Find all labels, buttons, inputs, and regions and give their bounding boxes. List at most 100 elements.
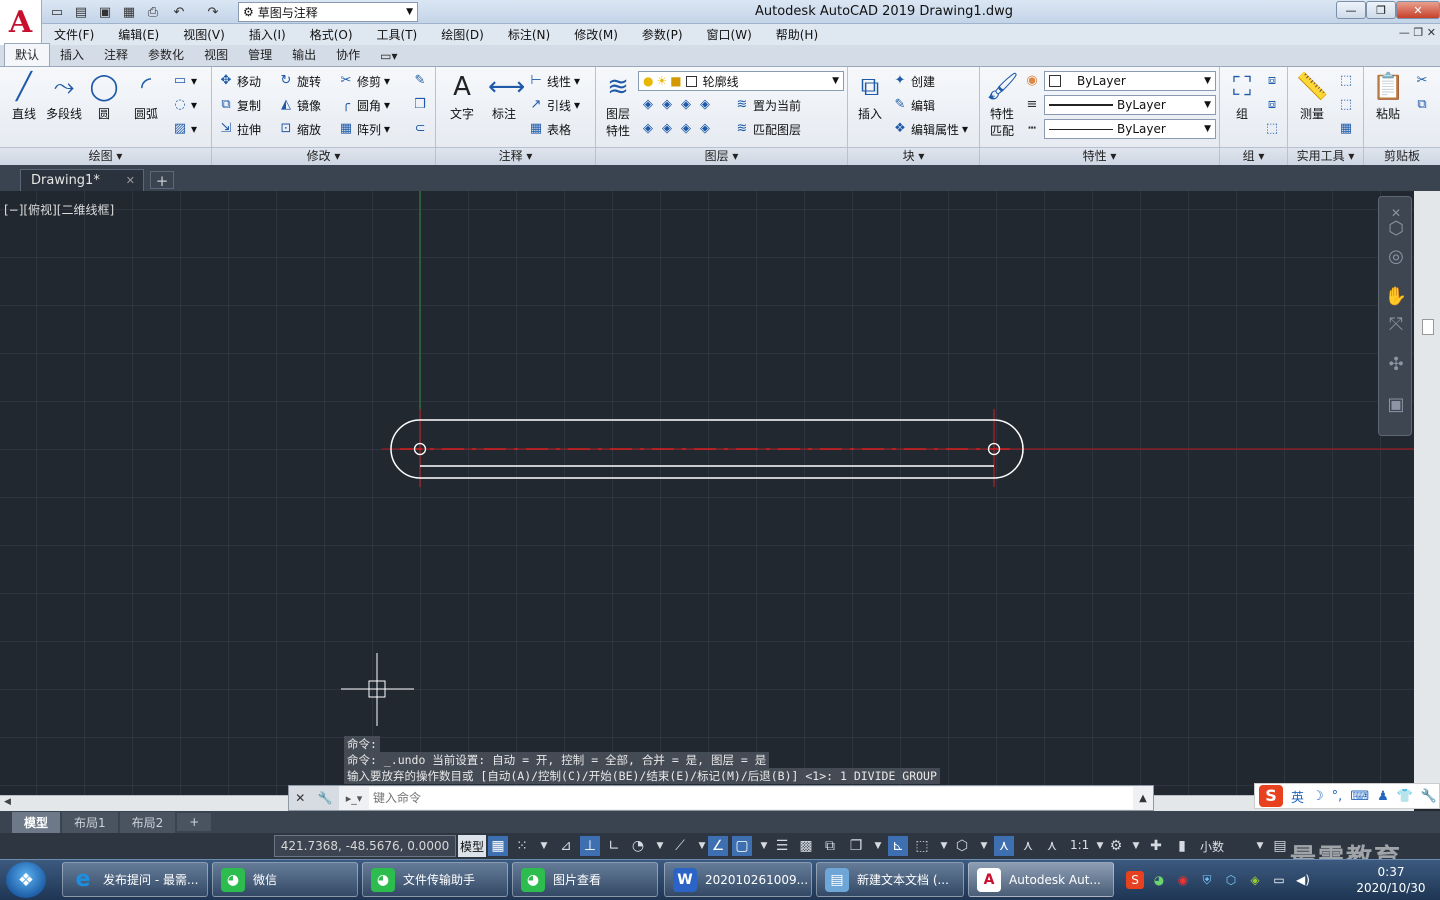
menu-view[interactable]: 视图(V) (171, 26, 237, 43)
block-panel-title[interactable]: 块 ▾ (848, 147, 979, 165)
group-select-icon[interactable]: ⬚ (1264, 119, 1280, 139)
tab-model[interactable]: 模型 (12, 811, 61, 833)
pan-hand-icon[interactable]: ✋ (1384, 285, 1408, 309)
text-button[interactable]: A 文字 (442, 71, 482, 122)
stretch-button[interactable]: ⇲ 拉伸 (218, 119, 261, 139)
ime-language[interactable]: 英 (1291, 787, 1304, 806)
linear-dimension-button[interactable]: ⊢ 线性 ▾ (528, 71, 580, 91)
model-space-button[interactable]: 模型 (458, 835, 486, 857)
tab-layout1[interactable]: 布局1 (62, 811, 118, 833)
measure-button[interactable]: 📏 测量 (1292, 71, 1332, 122)
taskbar-item[interactable]: A Autodesk Aut... (968, 862, 1114, 897)
menu-dimension[interactable]: 标注(N) (496, 26, 562, 43)
tab-view[interactable]: 视图 (194, 44, 238, 66)
shirt-icon[interactable]: 👕 (1397, 789, 1413, 804)
moon-icon[interactable]: ☽ (1312, 789, 1324, 804)
mirror-button[interactable]: ◭ 镜像 (278, 95, 321, 115)
network-icon[interactable]: ▭ (1270, 871, 1288, 889)
new-tab-button[interactable]: + (150, 171, 174, 190)
calculator-icon[interactable]: ▦ (1338, 119, 1354, 139)
insert-block-button[interactable]: ⧉ 插入 (850, 71, 890, 122)
paste-button[interactable]: 📋 粘贴 (1368, 71, 1408, 122)
open-file-icon[interactable]: ▤ (72, 3, 90, 21)
lineweight-toggle-icon[interactable]: ☰ (772, 836, 792, 856)
workspace-dropdown[interactable]: ⚙ 草图与注释 ▼ (238, 2, 418, 22)
layer-tool-row-2[interactable]: ◈ ◈ ◈ ◈ (640, 119, 713, 139)
quick-select-icon[interactable]: ⬚ (1338, 71, 1354, 91)
annotation-monitor-icon[interactable]: ✚ (1146, 836, 1166, 856)
layer-properties-button[interactable]: ≋ 图层 特性 (598, 71, 638, 139)
chevron-down-icon[interactable]: ▼ (1126, 836, 1146, 856)
auto-scale-icon[interactable]: ⋏ (1018, 836, 1038, 856)
match-layer-button[interactable]: ≋ 匹配图层 (734, 119, 801, 139)
save-as-icon[interactable]: ▦ (120, 3, 138, 21)
menu-draw[interactable]: 绘图(D) (429, 26, 496, 43)
coordinate-readout[interactable]: 421.7368, -48.5676, 0.0000 (274, 835, 456, 857)
ime-toolbar[interactable]: S 英 ☽ °, ⌨ ♟ 👕 🔧 (1254, 783, 1440, 809)
color-dropdown[interactable]: ByLayer ▼ (1044, 71, 1216, 91)
polyline-button[interactable]: ⤳ 多段线 (44, 71, 84, 122)
new-file-icon[interactable]: ▭ (48, 3, 66, 21)
close-icon[interactable]: ✕ (126, 174, 135, 187)
punctuation-icon[interactable]: °, (1332, 789, 1343, 804)
ribbon-options-icon[interactable]: ▭▾ (370, 47, 407, 66)
print-icon[interactable]: ⎙ (144, 3, 162, 21)
tab-layout2[interactable]: 布局2 (119, 811, 176, 833)
tab-output[interactable]: 输出 (282, 44, 326, 66)
shield-icon[interactable]: ⛨ (1198, 871, 1216, 889)
taskbar-item[interactable]: ◕ 文件传输助手 (362, 862, 508, 897)
orbit-icon[interactable]: ✣ (1384, 353, 1408, 377)
draw-panel-title[interactable]: 绘图 ▾ (0, 147, 211, 165)
user-icon[interactable]: ♟ (1377, 789, 1389, 804)
taskbar-item[interactable]: ◕ 微信 (212, 862, 358, 897)
table-button[interactable]: ▦ 表格 (528, 119, 571, 139)
polar-tracking-icon[interactable]: ◔ (628, 836, 648, 856)
edit-block-button[interactable]: ✎ 编辑 (892, 95, 935, 115)
cut-icon[interactable]: ✂ (1414, 71, 1430, 91)
transparency-icon[interactable]: ▩ (796, 836, 816, 856)
clipboard-panel-title[interactable]: 剪贴板 (1364, 147, 1440, 165)
modify-panel-title[interactable]: 修改 ▾ (212, 147, 435, 165)
menu-window[interactable]: 窗口(W) (695, 26, 764, 43)
undo-icon[interactable]: ↶ (170, 3, 188, 21)
file-tab-drawing1[interactable]: Drawing1* ✕ (20, 169, 144, 191)
line-button[interactable]: ╱ 直线 (4, 71, 44, 122)
snap-icon[interactable]: ⁙ (512, 836, 532, 856)
clock[interactable]: 0:37 2020/10/30 (1346, 864, 1436, 896)
erase-button[interactable]: ✎ (412, 71, 428, 91)
menu-parametric[interactable]: 参数(P) (630, 26, 695, 43)
keyboard-icon[interactable]: ⌨ (1350, 789, 1369, 804)
tab-annotate[interactable]: 注释 (94, 44, 138, 66)
weibo-icon[interactable]: ◉ (1174, 871, 1192, 889)
nvidia-icon[interactable]: ◈ (1246, 871, 1264, 889)
tab-manage[interactable]: 管理 (238, 44, 282, 66)
chevron-down-icon[interactable]: ▼ (534, 836, 554, 856)
match-properties-button[interactable]: 🖌 特性 匹配 (982, 71, 1022, 139)
object-snap-icon[interactable]: ▢ (732, 836, 752, 856)
scroll-thumb[interactable] (1422, 319, 1434, 335)
menu-modify[interactable]: 修改(M) (562, 26, 630, 43)
trim-button[interactable]: ✂ 修剪 ▾ (338, 71, 391, 91)
vertical-scrollbar[interactable] (1414, 191, 1440, 795)
tab-default[interactable]: 默认 (4, 43, 51, 66)
scroll-left-icon[interactable]: ◀ (4, 797, 11, 807)
copy-clip-icon[interactable]: ⧉ (1414, 95, 1430, 115)
selection-filter-icon[interactable]: ⬚ (912, 836, 932, 856)
zoom-icon[interactable]: ⤧ (1384, 313, 1408, 337)
tab-parametric[interactable]: 参数化 (138, 44, 194, 66)
grid-icon[interactable]: ▦ (488, 836, 508, 856)
menu-tools[interactable]: 工具(T) (365, 26, 430, 43)
wrench-icon[interactable]: 🔧 (318, 791, 333, 805)
annotation-scale-icon[interactable]: ⋏ (1042, 836, 1062, 856)
object-snap-tracking-icon[interactable]: ∠ (708, 836, 728, 856)
infer-constraints-icon[interactable]: ⊿ (556, 836, 576, 856)
dynamic-ucs-icon[interactable]: ⊾ (888, 836, 908, 856)
volume-icon[interactable]: ◀) (1294, 871, 1312, 889)
annotation-scale-value[interactable]: 1:1 (1070, 838, 1089, 852)
application-menu-button[interactable]: A (0, 0, 42, 45)
sogou-tray-icon[interactable]: S (1126, 870, 1144, 889)
ungroup-icon[interactable]: ⧈ (1264, 71, 1280, 91)
add-layout-button[interactable]: + (177, 813, 212, 831)
menu-format[interactable]: 格式(O) (298, 26, 365, 43)
layer-dropdown[interactable]: ● ☀ ■ 轮廓线 ▼ (638, 71, 844, 91)
